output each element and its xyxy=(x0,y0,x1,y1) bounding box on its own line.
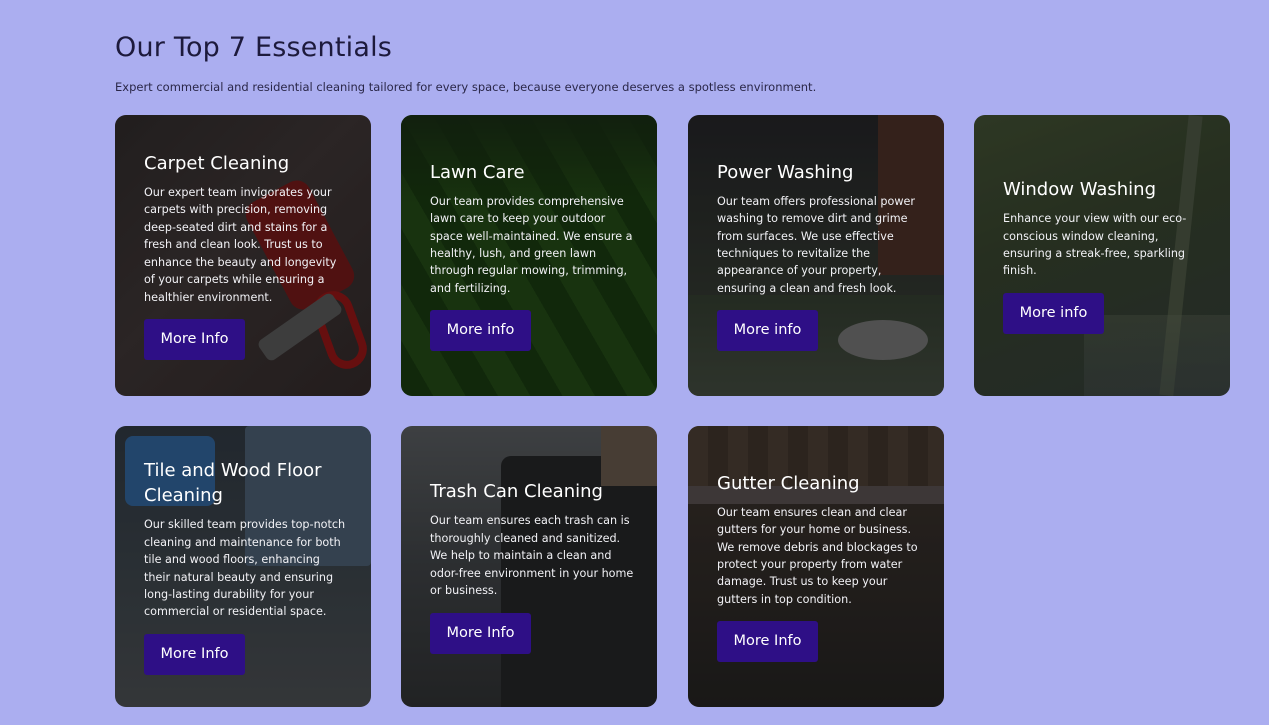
card-title: Gutter Cleaning xyxy=(717,472,860,494)
card-description: Our team ensures each trash can is thoro… xyxy=(430,514,634,598)
card-description: Our skilled team provides top-notch clea… xyxy=(144,518,346,619)
service-card-lawn-care: Lawn Care Our team provides comprehensiv… xyxy=(401,115,657,396)
service-card-trash-can-cleaning: Trash Can Cleaning Our team ensures each… xyxy=(401,426,657,707)
service-card-gutter-cleaning: Gutter Cleaning Our team ensures clean a… xyxy=(688,426,944,707)
card-description: Our team offers professional power washi… xyxy=(717,194,915,295)
service-card-power-washing: Power Washing Our team offers profession… xyxy=(688,115,944,396)
more-info-button-trash-can-cleaning[interactable]: More Info xyxy=(430,612,531,654)
card-description: Our expert team invigorates your carpets… xyxy=(144,186,337,304)
card-content: Power Washing Our team offers profession… xyxy=(717,115,922,396)
card-content: Trash Can Cleaning Our team ensures each… xyxy=(430,426,635,707)
card-description: Enhance your view with our eco-conscious… xyxy=(1003,212,1187,278)
card-title: Window Washing xyxy=(1003,179,1156,201)
card-title: Lawn Care xyxy=(430,161,525,183)
card-title: Trash Can Cleaning xyxy=(430,481,603,503)
card-title: Carpet Cleaning xyxy=(144,153,290,175)
card-content: Carpet Cleaning Our expert team invigora… xyxy=(144,115,349,396)
card-description: Our team provides comprehensive lawn car… xyxy=(430,194,633,295)
more-info-button-window-washing[interactable]: More info xyxy=(1003,292,1104,334)
card-title: Tile and Wood Floor Cleaning xyxy=(144,460,322,507)
service-card-carpet-cleaning: Carpet Cleaning Our expert team invigora… xyxy=(115,115,371,396)
more-info-button-gutter-cleaning[interactable]: More Info xyxy=(717,621,818,663)
more-info-button-power-washing[interactable]: More info xyxy=(717,310,818,352)
more-info-button-carpet-cleaning[interactable]: More Info xyxy=(144,318,245,360)
service-card-window-washing: Window Washing Enhance your view with ou… xyxy=(974,115,1230,396)
more-info-button-tile-wood-floor-cleaning[interactable]: More Info xyxy=(144,633,245,675)
card-content: Tile and Wood Floor Cleaning Our skilled… xyxy=(144,426,349,707)
card-content: Window Washing Enhance your view with ou… xyxy=(1003,115,1208,396)
card-title: Power Washing xyxy=(717,161,854,183)
section-subtitle: Expert commercial and residential cleani… xyxy=(115,80,817,94)
more-info-button-lawn-care[interactable]: More info xyxy=(430,310,531,352)
card-content: Lawn Care Our team provides comprehensiv… xyxy=(430,115,635,396)
section-title: Our Top 7 Essentials xyxy=(115,32,393,63)
service-card-tile-wood-floor-cleaning: Tile and Wood Floor Cleaning Our skilled… xyxy=(115,426,371,707)
card-content: Gutter Cleaning Our team ensures clean a… xyxy=(717,426,922,707)
card-description: Our team ensures clean and clear gutters… xyxy=(717,505,918,606)
